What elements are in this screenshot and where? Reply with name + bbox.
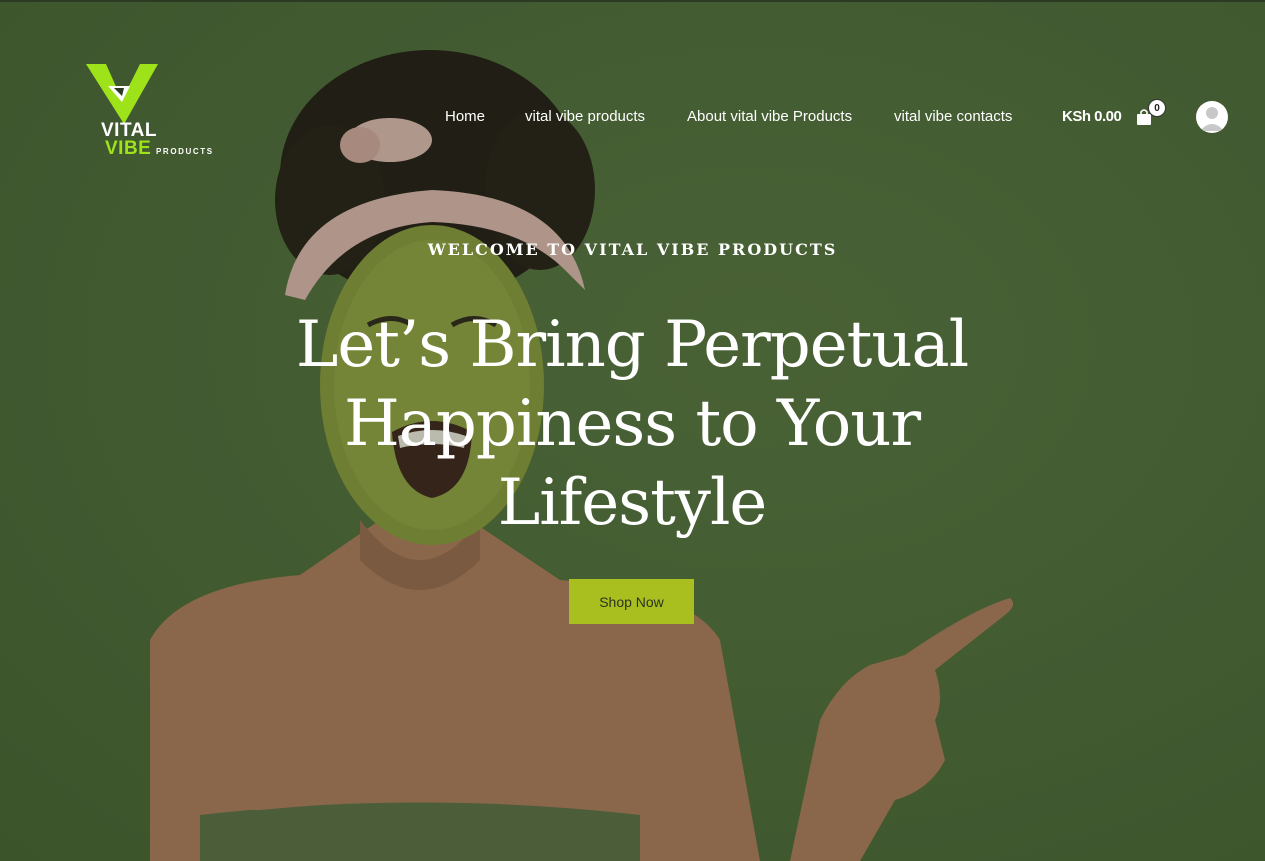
- nav-item-products[interactable]: vital vibe products: [525, 108, 645, 125]
- cart-count-badge: 0: [1148, 99, 1166, 117]
- user-silhouette-icon: [1200, 107, 1224, 131]
- hero-headline: Let’s Bring Perpetual Happiness to Your …: [295, 308, 969, 540]
- cart-total[interactable]: KSh 0.00: [1062, 108, 1122, 125]
- logo-text-vibe: VIBE: [105, 138, 152, 159]
- top-border: [0, 0, 1265, 2]
- nav-item-about[interactable]: About vital vibe Products: [687, 108, 852, 125]
- user-avatar-icon[interactable]: [1196, 101, 1228, 133]
- nav-item-contacts[interactable]: vital vibe contacts: [894, 108, 1012, 125]
- nav-item-home[interactable]: Home: [445, 108, 485, 125]
- hero-eyebrow: WELCOME TO VITAL VIBE PRODUCTS: [427, 240, 838, 259]
- logo-text-products: PRODUCTS: [156, 147, 214, 156]
- shop-now-button[interactable]: Shop Now: [569, 579, 694, 624]
